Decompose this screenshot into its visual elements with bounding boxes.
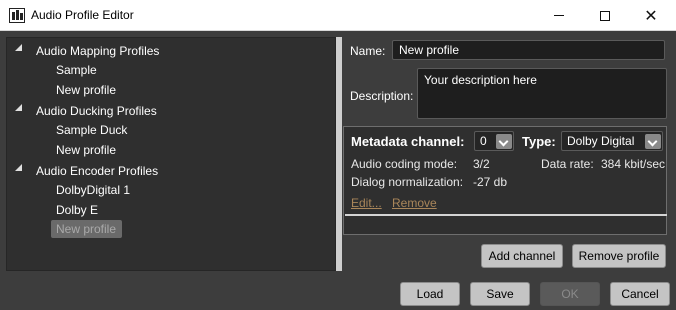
type-value: Dolby Digital [567,134,635,148]
name-input[interactable]: New profile [392,40,665,60]
expanded-caret-icon[interactable] [15,44,22,51]
close-icon: ✕ [644,5,658,25]
remove-channel-link[interactable]: Remove [392,196,437,210]
chevron-down-icon [645,134,661,149]
window-title: Audio Profile Editor [31,8,134,22]
save-button[interactable]: Save [470,282,530,306]
maximize-icon [600,10,610,21]
audio-coding-mode-value: 3/2 [473,157,490,171]
data-rate-label: Data rate: [541,157,594,171]
chevron-down-icon [496,134,512,149]
metadata-channel-select[interactable]: 0 [474,131,514,151]
add-channel-button[interactable]: Add channel [481,244,563,268]
metadata-channel-value: 0 [480,134,487,148]
edit-channel-link[interactable]: Edit... [351,196,382,210]
description-textarea[interactable]: Your description here [417,68,667,119]
tree-group-audio-encoder-profiles[interactable]: Audio Encoder Profiles [36,164,158,178]
dialog-normalization-value: -27 db [473,175,508,189]
metadata-channel-label: Metadata channel: [351,134,465,149]
minimize-icon [554,15,564,16]
audio-profile-editor-icon [9,8,25,23]
type-label: Type: [522,134,556,149]
type-select[interactable]: Dolby Digital [561,131,663,151]
minimize-button[interactable] [536,0,582,31]
tree-group-audio-ducking-profiles[interactable]: Audio Ducking Profiles [36,104,157,118]
tree-group-audio-mapping-profiles[interactable]: Audio Mapping Profiles [36,44,159,58]
close-button[interactable]: ✕ [628,0,674,31]
data-rate-value: 384 kbit/sec [601,157,666,171]
tree-item-new-profile-ducking[interactable]: New profile [56,143,116,157]
expanded-caret-icon[interactable] [15,104,22,111]
ok-button[interactable]: OK [540,282,600,306]
title-bar: Audio Profile Editor ✕ [0,0,676,31]
tree-item-new-profile-mapping[interactable]: New profile [56,83,116,97]
maximize-button[interactable] [582,0,628,31]
expanded-caret-icon[interactable] [15,164,22,171]
description-label: Description: [350,89,414,103]
remove-profile-button[interactable]: Remove profile [572,244,666,268]
tree-item-sample[interactable]: Sample [56,63,97,77]
tree-item-sample-duck[interactable]: Sample Duck [56,123,127,137]
name-label: Name: [350,44,386,58]
channel-separator [345,214,667,216]
audio-coding-mode-label: Audio coding mode: [351,157,458,171]
cancel-button[interactable]: Cancel [610,282,670,306]
panel-splitter[interactable] [336,37,342,271]
tree-item-dolbydigital-1[interactable]: DolbyDigital 1 [56,183,130,197]
load-button[interactable]: Load [400,282,460,306]
tree-item-new-profile-encoder-selected[interactable]: New profile [51,220,122,238]
tree-item-dolby-e[interactable]: Dolby E [56,203,98,217]
dialog-normalization-label: Dialog normalization: [351,175,464,189]
